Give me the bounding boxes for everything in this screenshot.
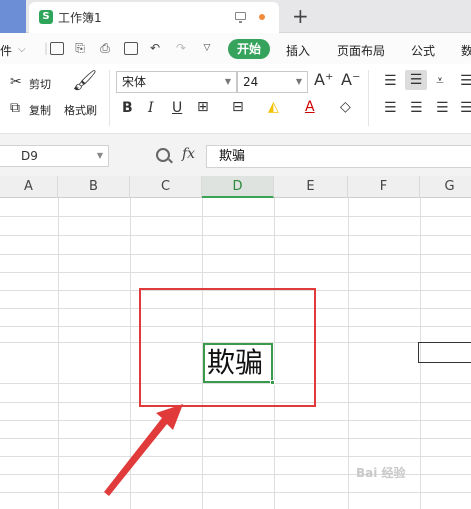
watermark: Bai 经验 [356, 466, 406, 480]
annotation-arrow-icon [104, 404, 183, 496]
spreadsheet-window: S 工作簿1 + 件 ⌵ | ⎘ ⎙ ↶ ↷ ▽ 插入 页面布局 公式 数 开始… [0, 0, 471, 509]
